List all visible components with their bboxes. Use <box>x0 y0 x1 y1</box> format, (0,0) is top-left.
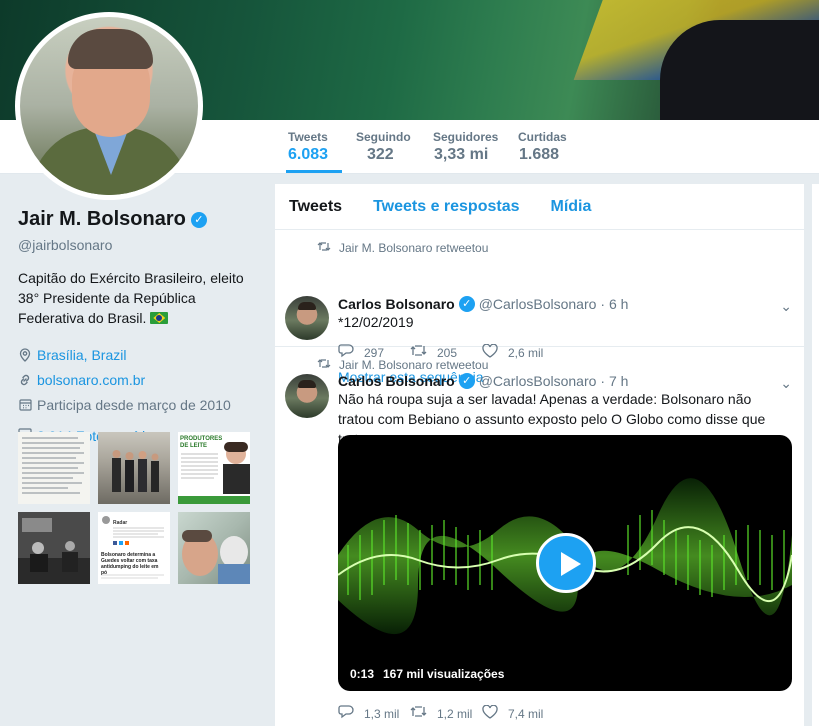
stat-label: Seguindo <box>356 130 411 144</box>
right-sidebar-edge <box>812 184 819 726</box>
tweet-time[interactable]: · 6 h <box>600 296 628 312</box>
location-text[interactable]: Brasília, Brazil <box>37 347 126 363</box>
tweet-header: Carlos Bolsonaro ✓ @CarlosBolsonaro · 6 … <box>338 296 628 312</box>
reply-icon <box>338 704 354 723</box>
joined-row: Participa desde março de 2010 <box>18 392 263 417</box>
video-views: 167 mil visualizações <box>378 664 510 684</box>
retweet-count: 1,2 mil <box>437 706 473 721</box>
profile-handle[interactable]: @jairbolsonaro <box>18 237 263 253</box>
stat-value: 6.083 <box>288 146 329 163</box>
stat-followers[interactable]: Seguidores 3,33 mi <box>433 130 498 164</box>
like-count: 7,4 mil <box>508 706 544 721</box>
brazil-flag-icon <box>150 312 169 324</box>
website-row: bolsonaro.com.br <box>18 367 263 392</box>
tweet[interactable]: Jair M. Bolsonaro retweetou Carlos Bolso… <box>275 347 804 726</box>
media-thumbnail[interactable] <box>18 512 90 584</box>
joined-text: Participa desde março de 2010 <box>37 396 231 413</box>
retweet-button[interactable]: 1,2 mil <box>410 705 482 722</box>
banner-figure <box>660 20 819 120</box>
profile-card: Jair M. Bolsonaro ✓ @jairbolsonaro Capit… <box>18 208 263 447</box>
stat-label: Seguidores <box>433 130 499 144</box>
profile-name[interactable]: Jair M. Bolsonaro <box>18 208 186 231</box>
video-duration: 0:13 <box>345 664 380 684</box>
profile-bio: Capitão do Exército Brasileiro, eleito 3… <box>18 268 263 328</box>
verified-icon: ✓ <box>458 296 475 312</box>
media-thumbnail[interactable] <box>98 432 170 504</box>
retweet-icon <box>317 240 331 255</box>
calendar-icon <box>18 398 32 412</box>
media-thumbnail[interactable]: PRODUTORES DE LEITE <box>178 432 250 504</box>
heart-icon <box>482 704 498 723</box>
tweet-author-name[interactable]: Carlos Bolsonaro <box>338 296 455 312</box>
verified-icon: ✓ <box>190 211 207 228</box>
avatar-image <box>20 17 198 195</box>
like-button[interactable]: 7,4 mil <box>482 704 554 723</box>
stat-value: 3,33 mi <box>434 146 489 163</box>
tweet-author-avatar[interactable] <box>285 374 329 418</box>
tab-media[interactable]: Mídia <box>551 198 592 216</box>
media-thumbnail[interactable] <box>178 512 250 584</box>
tweet-author-avatar[interactable] <box>285 296 329 340</box>
tweet[interactable]: Jair M. Bolsonaro retweetou Carlos Bolso… <box>275 230 804 385</box>
stat-label: Tweets <box>288 130 328 144</box>
timeline: Tweets Tweets e respostas Mídia Jair M. … <box>275 184 804 726</box>
tab-tweets-and-replies[interactable]: Tweets e respostas <box>373 198 519 216</box>
tweet-actions: 1,3 mil 1,2 mil 7,4 mil <box>338 704 554 723</box>
verified-icon: ✓ <box>458 373 475 389</box>
profile-avatar[interactable] <box>15 12 203 200</box>
video-player[interactable]: 0:13 167 mil visualizações <box>338 435 792 691</box>
retweet-icon <box>317 357 331 372</box>
website-link[interactable]: bolsonaro.com.br <box>37 372 145 388</box>
stat-tweets[interactable]: Tweets 6.083 <box>285 130 343 173</box>
retweet-context: Jair M. Bolsonaro retweetou <box>317 357 488 372</box>
thumb-source: Radar <box>113 520 128 526</box>
tweet-author-handle[interactable]: @CarlosBolsonaro <box>479 296 597 312</box>
tweet-text: *12/02/2019 <box>338 314 414 330</box>
timeline-tabs: Tweets Tweets e respostas Mídia <box>275 184 804 230</box>
profile-meta: Brasília, Brazil bolsonaro.com.br Partic… <box>18 342 263 417</box>
stat-label: Curtidas <box>518 130 567 144</box>
tweet-header: Carlos Bolsonaro ✓ @CarlosBolsonaro · 7 … <box>338 373 628 389</box>
retweet-icon <box>410 705 427 722</box>
media-thumbnail[interactable] <box>18 432 90 504</box>
retweet-label[interactable]: Jair M. Bolsonaro retweetou <box>339 241 488 255</box>
bio-text: Capitão do Exército Brasileiro, eleito 3… <box>18 270 244 326</box>
play-button[interactable] <box>536 533 596 593</box>
reply-count: 1,3 mil <box>364 706 400 721</box>
tab-tweets[interactable]: Tweets <box>289 198 342 216</box>
tweet-author-name[interactable]: Carlos Bolsonaro <box>338 373 455 389</box>
retweet-label[interactable]: Jair M. Bolsonaro retweetou <box>339 358 488 372</box>
stat-value: 1.688 <box>519 146 560 163</box>
link-icon <box>18 373 32 387</box>
stat-likes[interactable]: Curtidas 1.688 <box>518 130 567 164</box>
stat-value: 322 <box>367 146 394 163</box>
reply-button[interactable]: 1,3 mil <box>338 704 410 723</box>
location-row: Brasília, Brazil <box>18 342 263 367</box>
profile-name-row: Jair M. Bolsonaro ✓ <box>18 208 263 231</box>
tweet-time[interactable]: · 7 h <box>600 373 628 389</box>
media-thumbnail[interactable]: Radar Bolsonaro determina a Guedes volta… <box>98 512 170 584</box>
stat-following[interactable]: Seguindo 322 <box>356 130 411 164</box>
retweet-context: Jair M. Bolsonaro retweetou <box>317 240 488 255</box>
thumb-article-title: Bolsonaro determina a Guedes voltar com … <box>101 552 159 576</box>
tweet-author-handle[interactable]: @CarlosBolsonaro <box>479 373 597 389</box>
location-pin-icon <box>18 347 32 362</box>
